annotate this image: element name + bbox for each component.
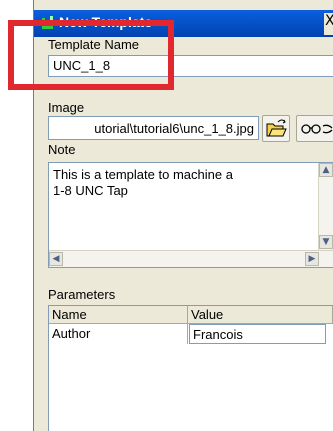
highlight-box bbox=[8, 20, 174, 90]
parameters-table: Name Value Author Francois bbox=[48, 305, 333, 431]
view-image-button[interactable] bbox=[296, 115, 333, 142]
glasses-icon bbox=[301, 124, 333, 134]
scroll-down-icon[interactable]: ▼ bbox=[319, 235, 333, 249]
scroll-up-icon[interactable]: ▲ bbox=[319, 163, 333, 177]
column-header-value[interactable]: Value bbox=[188, 306, 333, 324]
note-textarea[interactable]: This is a template to machine a 1-8 UNC … bbox=[48, 162, 333, 268]
browse-image-button[interactable] bbox=[262, 115, 290, 142]
column-header-name[interactable]: Name bbox=[49, 306, 188, 324]
open-folder-icon bbox=[266, 119, 287, 137]
note-text: This is a template to machine a 1-8 UNC … bbox=[53, 167, 233, 198]
scroll-left-icon[interactable]: ◀ bbox=[49, 252, 63, 266]
parameters-label: Parameters bbox=[48, 287, 116, 302]
image-path-input[interactable]: utorial\tutorial6\unc_1_8.jpg bbox=[48, 116, 259, 140]
close-icon[interactable]: X bbox=[324, 13, 333, 35]
image-path-text: utorial\tutorial6\unc_1_8.jpg bbox=[94, 121, 254, 136]
scroll-right-icon[interactable]: ▶ bbox=[305, 252, 319, 266]
note-horizontal-scrollbar[interactable]: ◀ ▶ bbox=[49, 250, 333, 267]
param-value-cell[interactable]: Francois bbox=[189, 324, 326, 344]
image-label: Image bbox=[48, 100, 85, 115]
param-name-cell[interactable]: Author bbox=[49, 324, 188, 344]
note-label: Note bbox=[48, 142, 76, 157]
